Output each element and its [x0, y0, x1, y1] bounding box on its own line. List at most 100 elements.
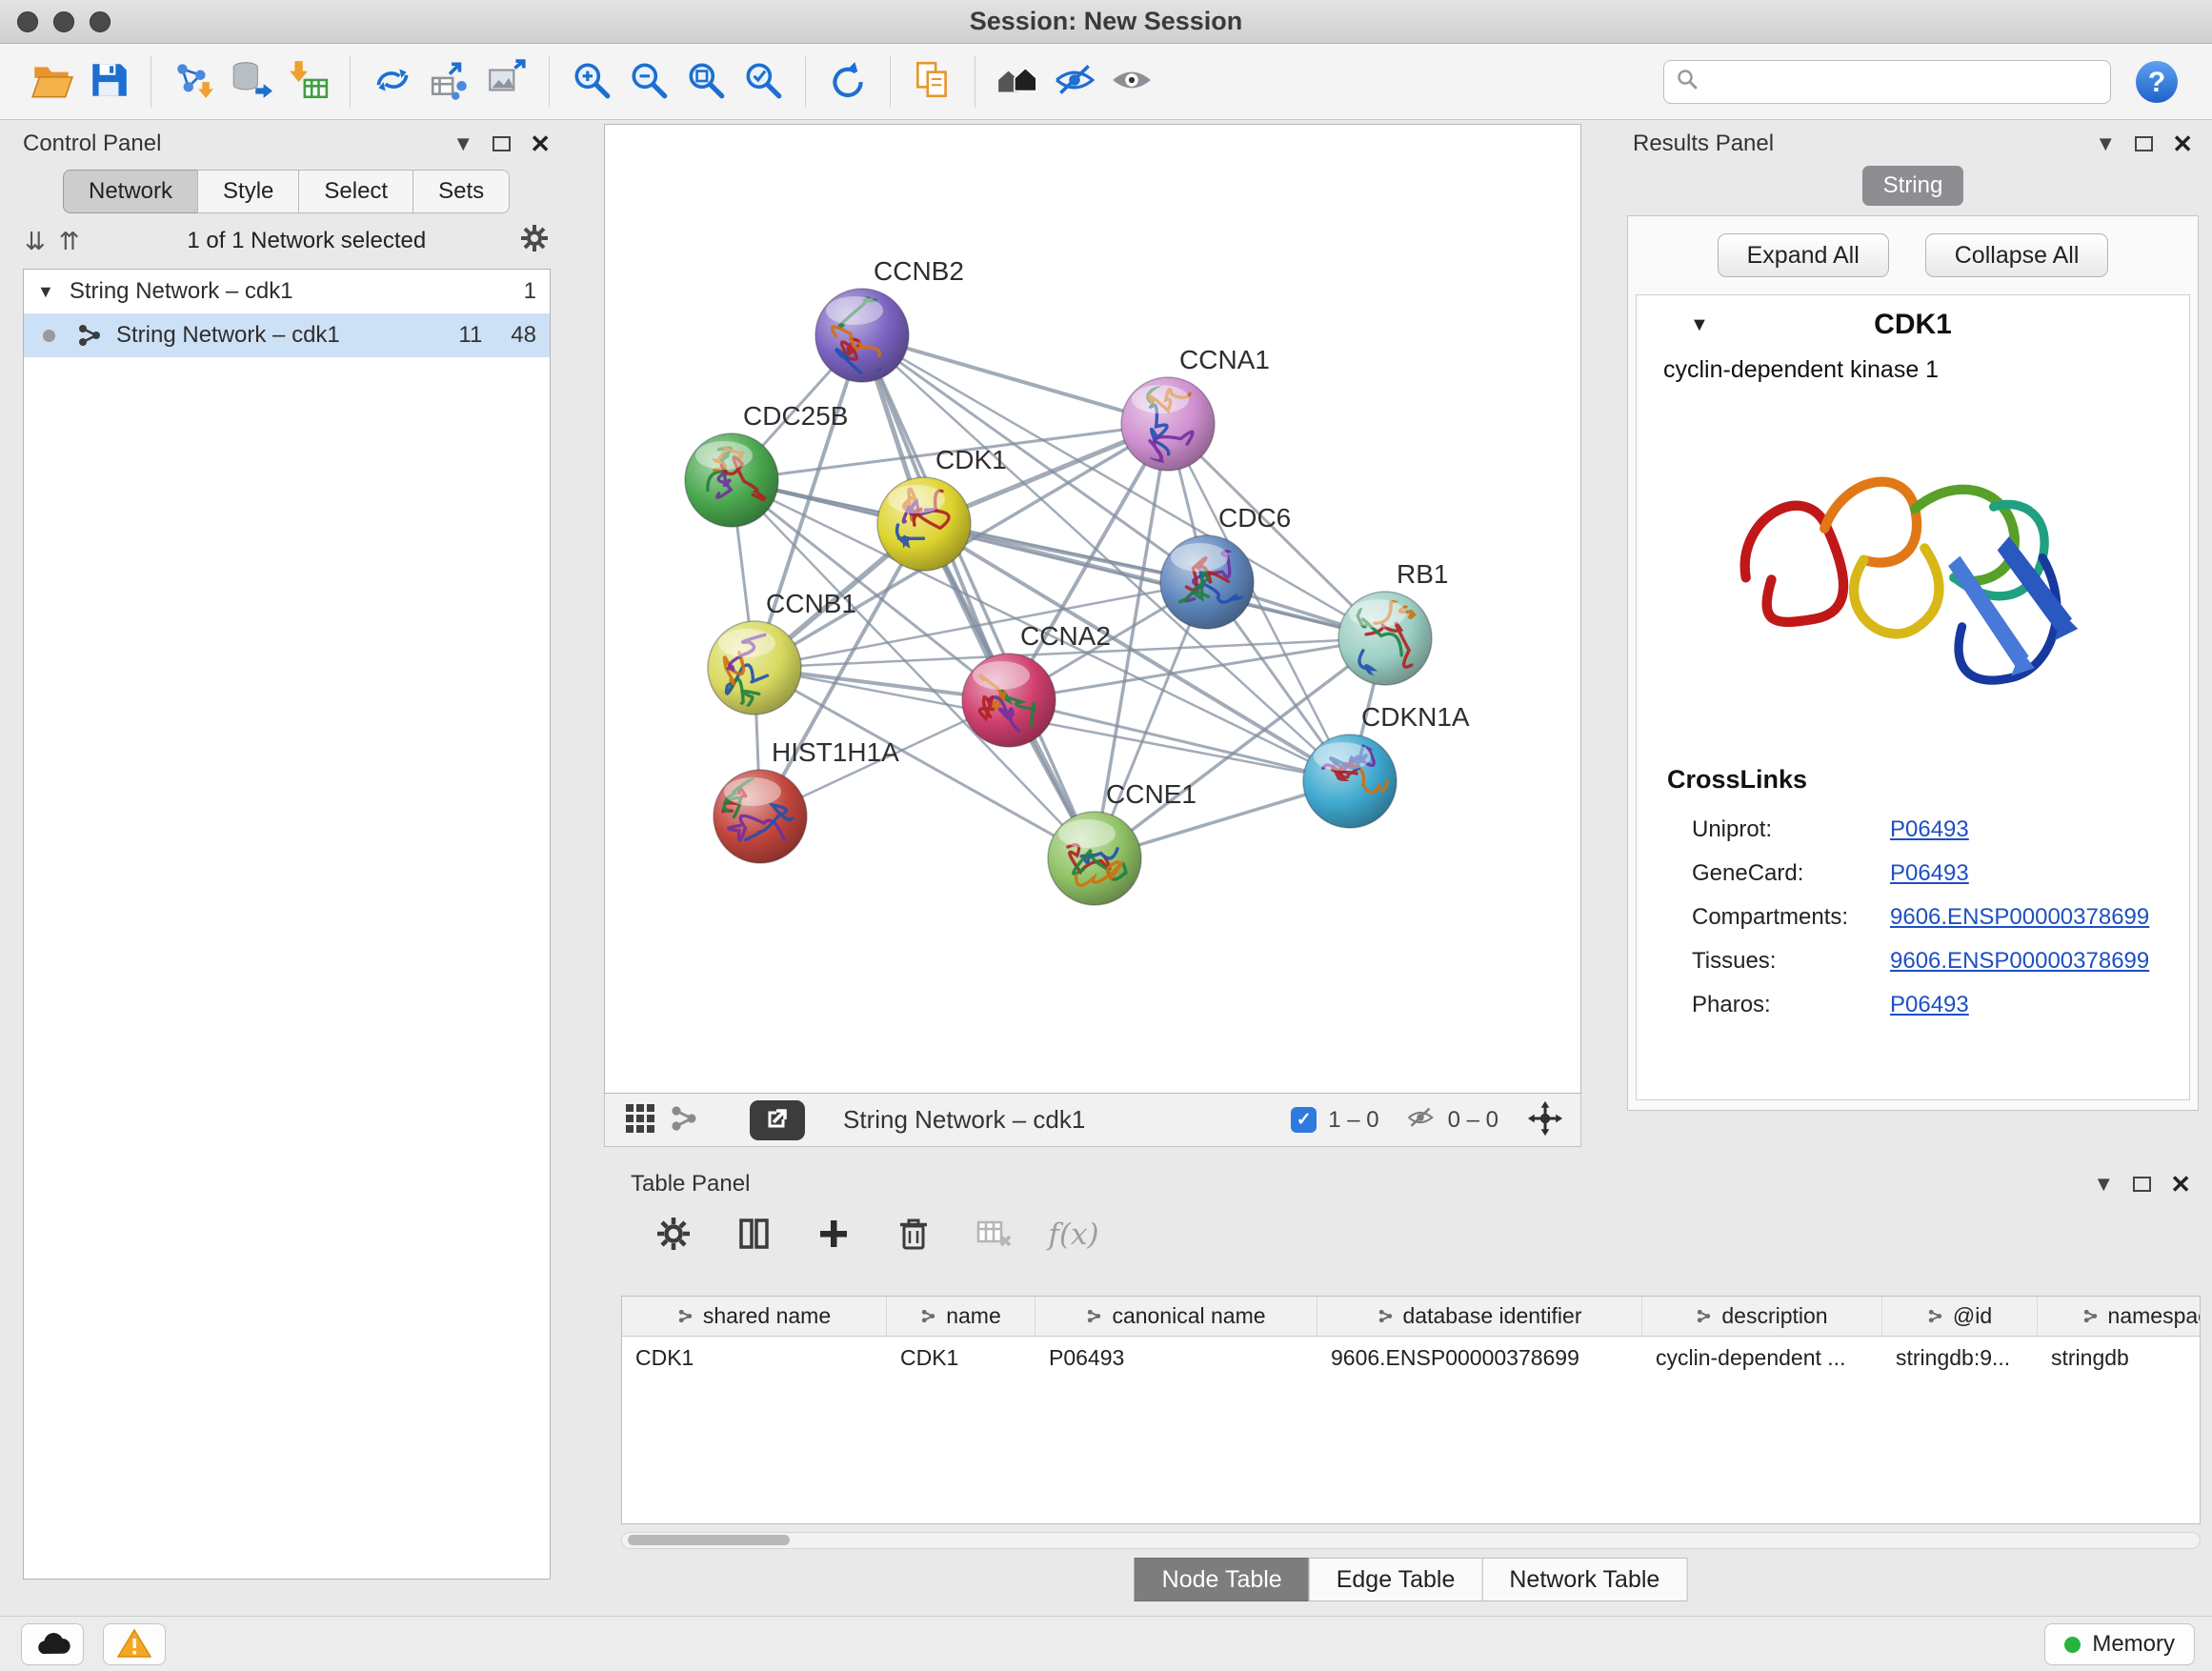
results-panel: Results Panel ▼ ✕ String Expand All Coll… [1619, 124, 2206, 1120]
zoom-selected-icon [741, 58, 785, 105]
import-network-file-button[interactable] [165, 53, 222, 111]
show-columns-button[interactable] [730, 1211, 777, 1258]
cell-canonical-name[interactable]: P06493 [1036, 1337, 1317, 1379]
gene-name: CDK1 [1874, 309, 1952, 341]
tab-sets[interactable]: Sets [412, 170, 510, 213]
open-in-browser-button[interactable] [750, 1100, 805, 1140]
crosslink-row: Uniprot: P06493 [1692, 808, 2189, 852]
cloud-status-button[interactable] [21, 1623, 84, 1665]
table-panel-float-button[interactable] [2133, 1177, 2151, 1192]
hidden-eye-slash-icon [1404, 1103, 1437, 1137]
tab-string[interactable]: String [1862, 166, 1964, 206]
grid-icon [624, 1102, 656, 1137]
table-row[interactable]: CDK1 CDK1 P06493 9606.ENSP00000378699 cy… [622, 1337, 2200, 1379]
open-session-button[interactable] [23, 53, 80, 111]
export-network-icon [428, 58, 472, 105]
zoom-out-button[interactable] [620, 53, 677, 111]
crosslink-uniprot-link[interactable]: P06493 [1890, 816, 2189, 843]
plus-icon [816, 1217, 851, 1254]
import-network-database-button[interactable] [222, 53, 279, 111]
cell-description[interactable]: cyclin-dependent ... [1642, 1337, 1882, 1379]
column-header-namespace[interactable]: namespace [2038, 1297, 2201, 1337]
selected-counter: 1 – 0 [1328, 1107, 1378, 1134]
copy-documents-icon [911, 58, 955, 105]
import-network-icon [171, 58, 215, 105]
control-panel-menu-button[interactable]: ▼ [452, 133, 473, 154]
zoom-selected-button[interactable] [734, 53, 792, 111]
cell-name[interactable]: CDK1 [887, 1337, 1036, 1379]
show-all-button[interactable] [1103, 53, 1160, 111]
table-settings-button[interactable] [650, 1211, 697, 1258]
selected-checkbox-icon[interactable]: ✓ [1291, 1107, 1317, 1133]
network-options-gear-icon[interactable] [520, 224, 549, 259]
edge-count: 48 [511, 322, 536, 349]
export-network-button[interactable] [421, 53, 478, 111]
hide-selected-button[interactable] [1046, 53, 1103, 111]
delete-column-button[interactable] [890, 1211, 937, 1258]
new-network-button[interactable] [364, 53, 421, 111]
collapse-all-networks-icon[interactable]: ⇊ [25, 227, 46, 256]
zoom-fit-button[interactable] [677, 53, 734, 111]
current-network-dot-icon [43, 330, 55, 342]
table-header-row: shared name name canonical name database… [622, 1297, 2200, 1337]
column-header-name[interactable]: name [887, 1297, 1036, 1337]
search-input[interactable] [1708, 69, 2099, 95]
column-header-description[interactable]: description [1642, 1297, 1882, 1337]
crosslink-tissues-link[interactable]: 9606.ENSP00000378699 [1890, 948, 2189, 975]
cell-shared-name[interactable]: CDK1 [622, 1337, 887, 1379]
tab-style[interactable]: Style [197, 170, 298, 213]
node-table: shared name name canonical name database… [621, 1296, 2201, 1524]
apply-layout-button[interactable] [819, 53, 876, 111]
cell-namespace[interactable]: stringdb [2038, 1337, 2201, 1379]
warning-triangle-icon [117, 1628, 151, 1661]
control-panel-float-button[interactable] [493, 136, 511, 151]
results-panel-close-button[interactable]: ✕ [2172, 131, 2193, 156]
warnings-button[interactable] [103, 1623, 166, 1665]
tab-select[interactable]: Select [298, 170, 412, 213]
column-header-id[interactable]: @id [1882, 1297, 2038, 1337]
table-panel-menu-button[interactable]: ▼ [2093, 1174, 2114, 1195]
scrollbar-thumb[interactable] [628, 1535, 790, 1545]
memory-button[interactable]: Memory [2044, 1623, 2195, 1665]
gene-collapse-caret-icon[interactable]: ▼ [1690, 314, 1709, 336]
crosslink-genecard-link[interactable]: P06493 [1890, 860, 2189, 887]
network-overview-button[interactable] [662, 1099, 706, 1141]
tab-network[interactable]: Network [63, 170, 197, 213]
tab-network-table[interactable]: Network Table [1481, 1558, 1687, 1601]
expand-all-networks-icon[interactable]: ⇈ [59, 227, 80, 256]
table-panel-close-button[interactable]: ✕ [2170, 1172, 2191, 1197]
tab-node-table[interactable]: Node Table [1135, 1558, 1309, 1601]
fit-content-button[interactable] [1523, 1099, 1567, 1141]
network-canvas[interactable]: CCNB2CCNA1CDC25BCDK1CDC6RB1CCNB1CCNA2CDK… [604, 124, 1581, 1094]
home-view-button[interactable] [989, 53, 1046, 111]
import-table-button[interactable] [279, 53, 336, 111]
network-row-selected[interactable]: String Network – cdk1 11 48 [24, 313, 550, 357]
crosslink-pharos-link[interactable]: P06493 [1890, 992, 2189, 1018]
collection-caret-icon[interactable]: ▼ [37, 282, 54, 302]
string-network-graph[interactable]: CCNB2CCNA1CDC25BCDK1CDC6RB1CCNB1CCNA2CDK… [605, 125, 1580, 1093]
column-header-canonical-name[interactable]: canonical name [1036, 1297, 1317, 1337]
zoom-in-button[interactable] [563, 53, 620, 111]
svg-text:CCNE1: CCNE1 [1106, 779, 1196, 809]
help-button[interactable]: ? [2132, 57, 2182, 107]
cell-database-identifier[interactable]: 9606.ENSP00000378699 [1317, 1337, 1642, 1379]
collapse-all-button[interactable]: Collapse All [1925, 233, 2109, 277]
column-header-database-identifier[interactable]: database identifier [1317, 1297, 1642, 1337]
cell-id[interactable]: stringdb:9... [1882, 1337, 2038, 1379]
control-panel-close-button[interactable]: ✕ [530, 131, 551, 156]
network-collection-row[interactable]: ▼ String Network – cdk1 1 [24, 270, 550, 313]
column-header-shared-name[interactable]: shared name [622, 1297, 887, 1337]
copy-style-button[interactable] [904, 53, 961, 111]
crosslink-label: Tissues: [1692, 948, 1890, 975]
results-panel-float-button[interactable] [2135, 136, 2153, 151]
export-image-button[interactable] [478, 53, 535, 111]
create-column-button[interactable] [810, 1211, 857, 1258]
results-panel-menu-button[interactable]: ▼ [2095, 133, 2116, 154]
crosslink-compartments-link[interactable]: 9606.ENSP00000378699 [1890, 904, 2189, 931]
horizontal-scrollbar[interactable] [621, 1532, 2201, 1549]
expand-all-button[interactable]: Expand All [1718, 233, 1889, 277]
save-session-button[interactable] [80, 53, 137, 111]
tab-edge-table[interactable]: Edge Table [1309, 1558, 1482, 1601]
refresh-icon [826, 58, 870, 105]
birds-eye-view-button[interactable] [618, 1099, 662, 1141]
